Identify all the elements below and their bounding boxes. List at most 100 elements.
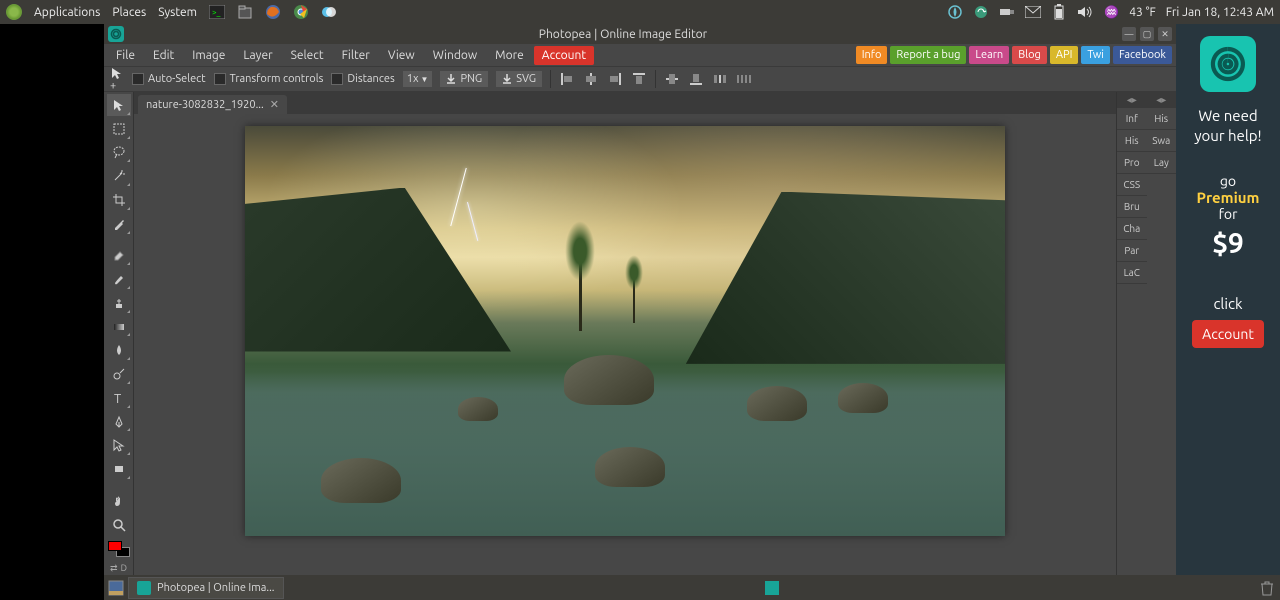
menu-view[interactable]: View [380,46,423,65]
menu-select[interactable]: Select [283,46,332,65]
clone-tool[interactable] [107,292,131,314]
menu-more[interactable]: More [487,46,532,65]
gradient-tool[interactable] [107,316,131,338]
export-png-button[interactable]: PNG [440,71,488,87]
sync-icon[interactable] [973,4,989,20]
align-top-icon[interactable] [631,71,647,87]
dodge-tool[interactable] [107,363,131,385]
tag-api[interactable]: API [1050,46,1079,64]
terminal-icon[interactable]: >_ [209,4,225,20]
export-svg-button[interactable]: SVG [496,71,542,87]
blur-tool[interactable] [107,339,131,361]
marquee-tool[interactable] [107,118,131,140]
menu-system[interactable]: System [158,6,197,19]
tag-learn[interactable]: Learn [969,46,1009,64]
align-bottom-icon[interactable] [688,71,704,87]
app-icon[interactable] [321,4,337,20]
canvas-zone[interactable] [134,114,1116,575]
ad-sidebar: We need your help! go Premium for $9 cli… [1176,24,1280,575]
panel-tab-lay[interactable]: Lay [1147,152,1177,174]
menu-edit[interactable]: Edit [145,46,182,65]
path-select-tool[interactable] [107,434,131,456]
panel-tab-inf[interactable]: Inf [1117,108,1147,130]
usb-icon[interactable] [999,4,1015,20]
wand-tool[interactable] [107,165,131,187]
distribute-v-icon[interactable] [736,71,752,87]
panel-tab-his[interactable]: His [1117,130,1147,152]
panel-tab-css[interactable]: CSS [1117,174,1147,196]
zoom-select[interactable]: 1x▼ [403,71,433,87]
indicator-icon[interactable] [947,4,963,20]
crop-tool[interactable] [107,189,131,211]
panel-tab-cha[interactable]: Cha [1117,218,1147,240]
panel-tab-swa[interactable]: Swa [1147,130,1177,152]
color-swatches[interactable] [108,541,130,557]
document-tabstrip: nature-3082832_1920... ✕ [134,92,1116,114]
chrome-icon[interactable] [293,4,309,20]
align-vcenter-icon[interactable] [664,71,680,87]
move-tool[interactable] [107,94,131,116]
eraser-tool[interactable] [107,244,131,266]
document-tab[interactable]: nature-3082832_1920... ✕ [138,95,287,114]
menu-layer[interactable]: Layer [235,46,280,65]
tag-twi[interactable]: Twi [1081,46,1110,64]
tag-info[interactable]: Info [856,46,888,64]
menu-filter[interactable]: Filter [334,46,378,65]
photopea-logo-icon [1200,36,1256,92]
trash-icon[interactable] [1260,580,1276,596]
menu-applications[interactable]: Applications [34,6,100,19]
taskbar-app-button[interactable]: Photopea | Online Ima... [128,577,284,599]
auto-select-checkbox[interactable]: Auto-Select [132,73,206,85]
distances-checkbox[interactable]: Distances [331,73,394,85]
align-hcenter-icon[interactable] [583,71,599,87]
align-left-icon[interactable] [559,71,575,87]
minimize-button[interactable]: — [1122,27,1136,41]
ad-account-button[interactable]: Account [1192,320,1264,348]
tag-report-a-bug[interactable]: Report a bug [890,46,966,64]
panel-tab-lac[interactable]: LaC [1117,262,1147,284]
taskbar-workspace-icon[interactable] [764,580,780,596]
panel-tab-his[interactable]: His [1147,108,1177,130]
menu-account[interactable]: Account [534,46,594,65]
menu-places[interactable]: Places [112,6,146,19]
window-titlebar[interactable]: Photopea | Online Image Editor — ▢ ✕ [104,24,1176,44]
align-right-icon[interactable] [607,71,623,87]
type-tool[interactable]: T [107,387,131,409]
tag-facebook[interactable]: Facebook [1113,46,1172,64]
distribute-h-icon[interactable] [712,71,728,87]
shape-tool[interactable] [107,458,131,480]
files-icon[interactable] [237,4,253,20]
panel-collapse-handle[interactable]: ◂▸ [1117,92,1147,108]
swatch-reset[interactable]: ⇄D [107,561,131,575]
lasso-tool[interactable] [107,142,131,164]
tag-blog[interactable]: Blog [1012,46,1047,64]
menu-window[interactable]: Window [425,46,485,65]
menu-image[interactable]: Image [184,46,233,65]
app-window: Photopea | Online Image Editor — ▢ ✕ Fil… [104,24,1176,575]
ad-help-text: We need your help! [1182,106,1274,145]
firefox-icon[interactable] [265,4,281,20]
weather-label[interactable]: 43 °F [1129,6,1155,19]
panel-tab-bru[interactable]: Bru [1117,196,1147,218]
datetime-label[interactable]: Fri Jan 18, 12:43 AM [1166,6,1274,19]
zoom-tool[interactable] [107,514,131,536]
menu-file[interactable]: File [108,46,143,65]
show-desktop-icon[interactable] [108,580,124,596]
weather-icon[interactable]: ♒ [1103,4,1119,20]
pen-tool[interactable] [107,411,131,433]
transform-controls-checkbox[interactable]: Transform controls [214,73,324,85]
document-tab-close[interactable]: ✕ [270,98,279,111]
hand-tool[interactable] [107,490,131,512]
maximize-button[interactable]: ▢ [1140,27,1154,41]
close-window-button[interactable]: ✕ [1158,27,1172,41]
panel-collapse-handle[interactable]: ◂▸ [1147,92,1177,108]
panel-tab-par[interactable]: Par [1117,240,1147,262]
canvas-image[interactable] [245,126,1005,536]
brush-tool[interactable] [107,268,131,290]
panel-tab-pro[interactable]: Pro [1117,152,1147,174]
volume-icon[interactable] [1077,4,1093,20]
os-logo-icon[interactable] [6,4,22,20]
battery-icon[interactable] [1051,4,1067,20]
eyedropper-tool[interactable] [107,213,131,235]
mail-icon[interactable] [1025,4,1041,20]
